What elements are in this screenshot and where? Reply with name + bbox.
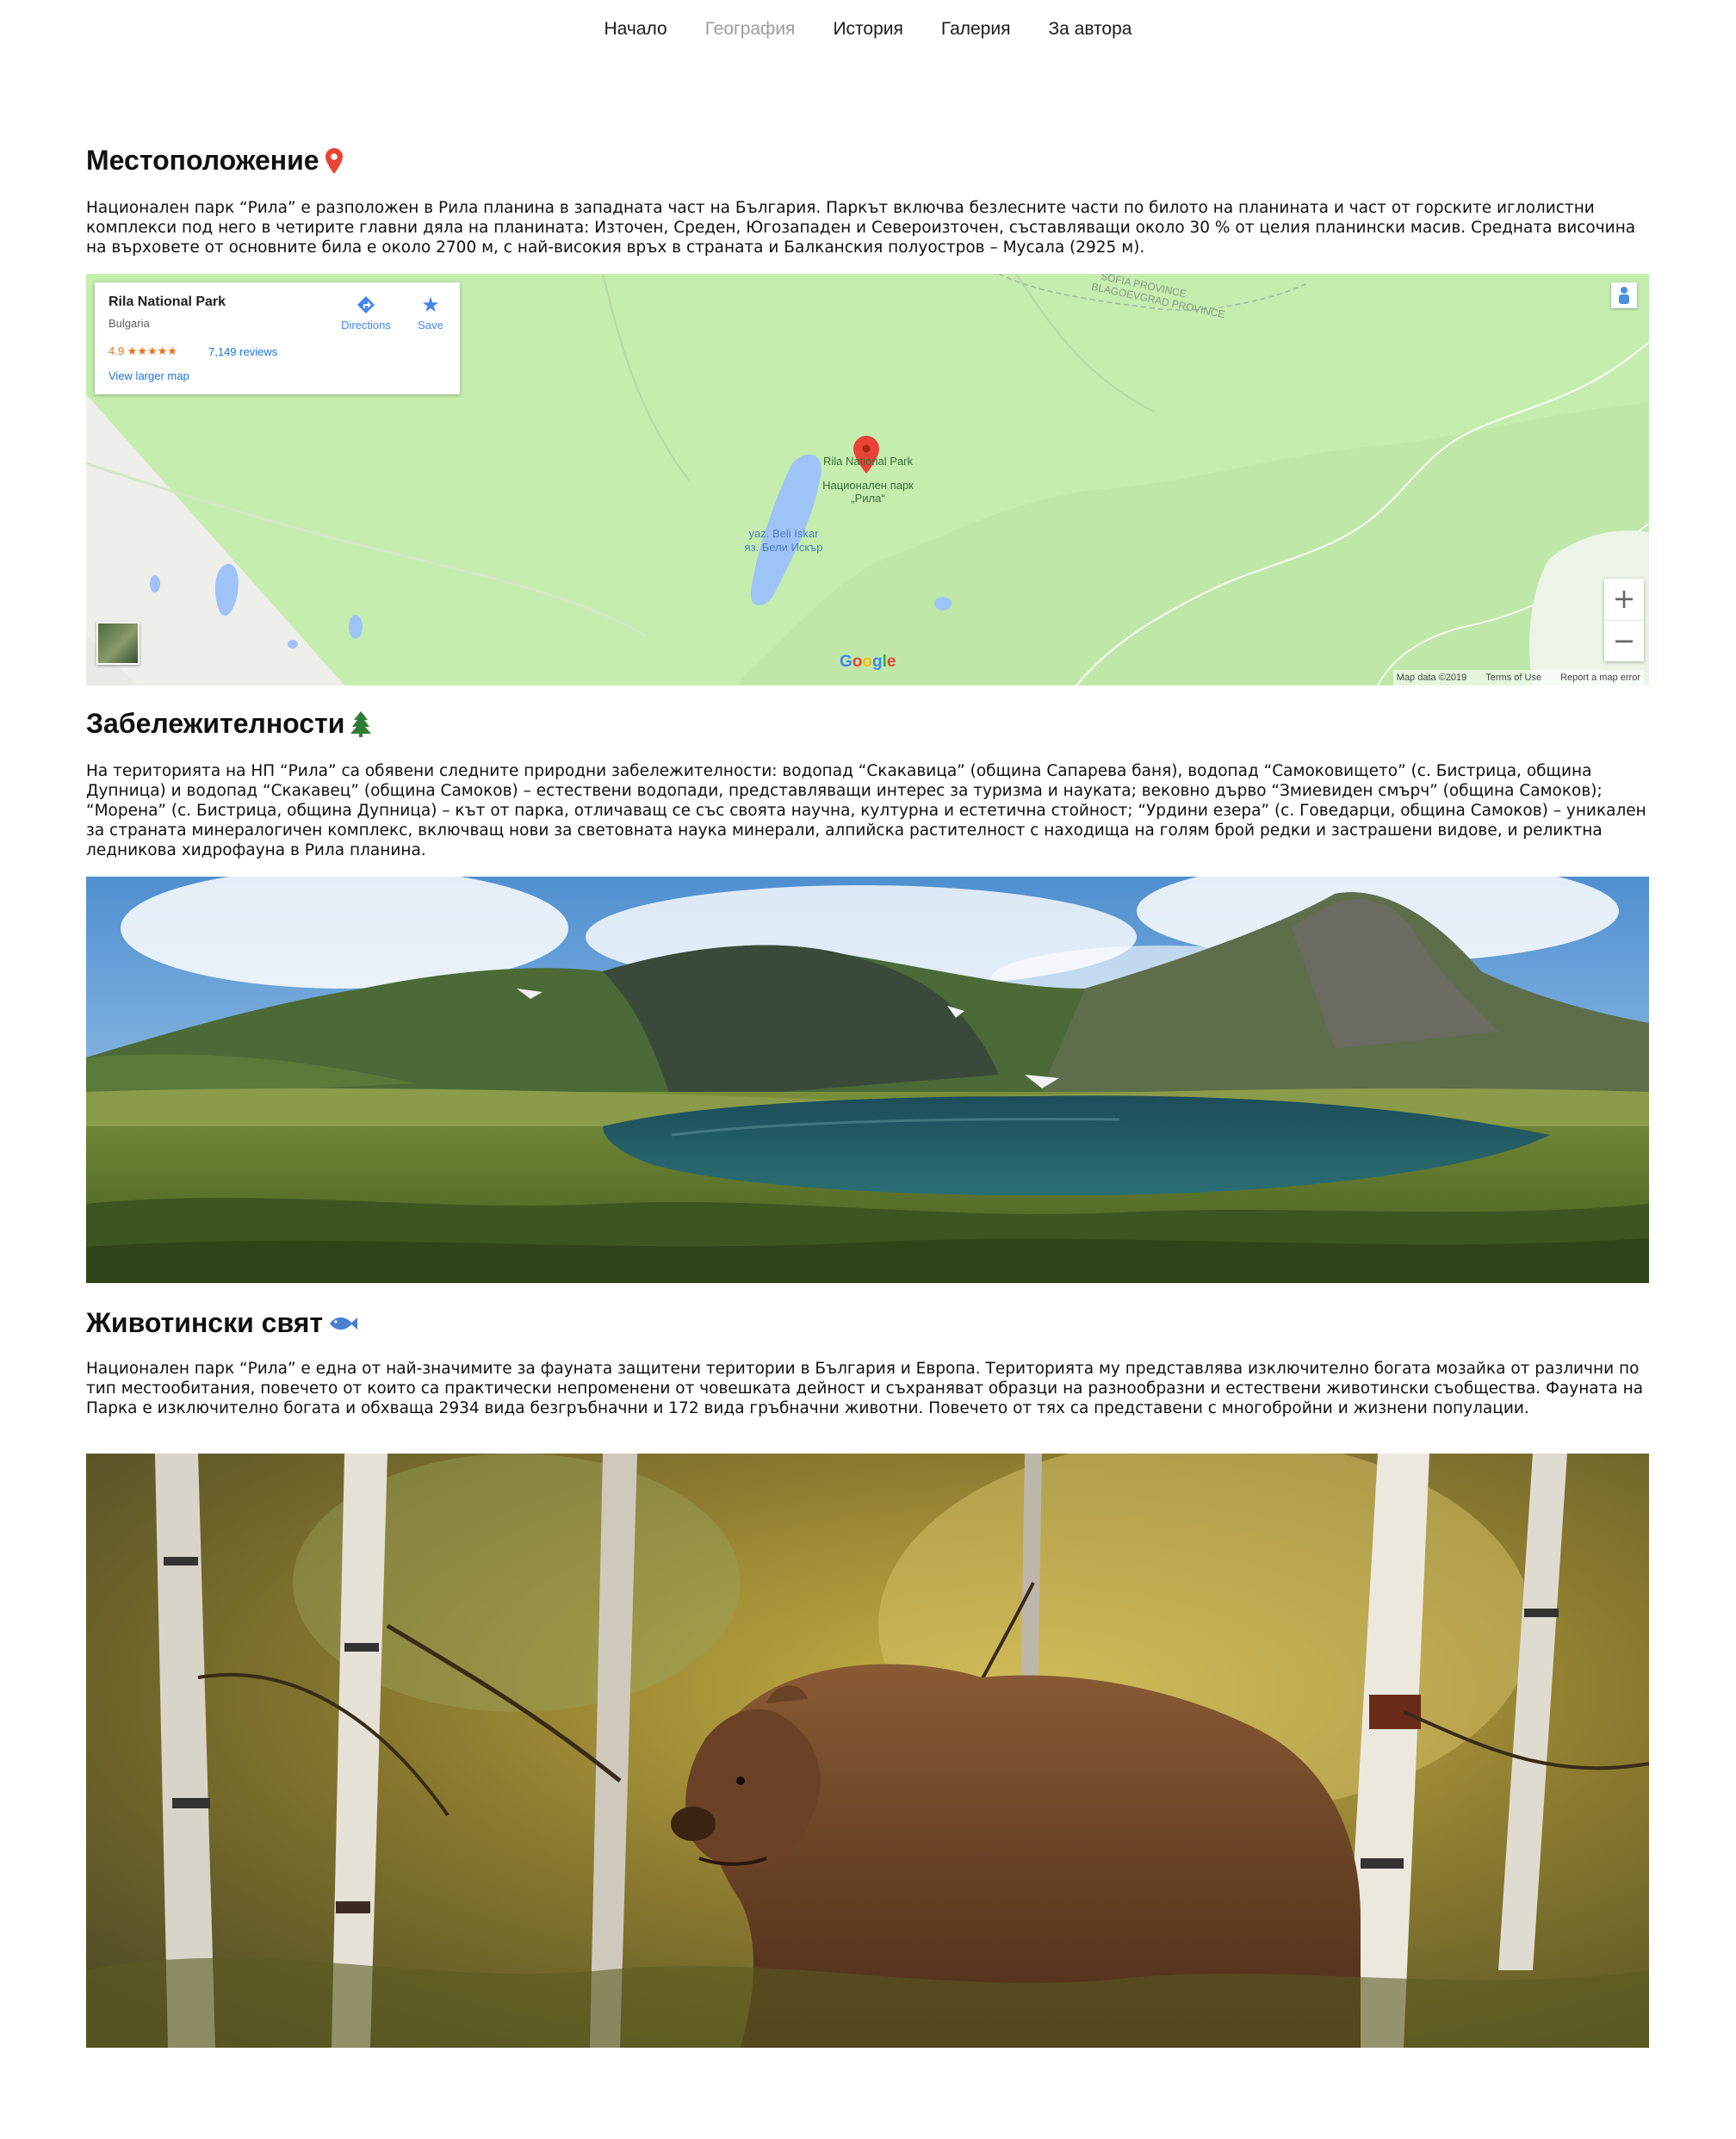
zoom-controls: + − (1604, 579, 1644, 661)
place-rating: 4.9 ★★★★★ (108, 344, 177, 357)
zoom-out-button[interactable]: − (1604, 621, 1644, 662)
google-logo: Google (840, 653, 896, 671)
map-data-credit: Map data ©2019 (1396, 673, 1467, 683)
fauna-text: Национален парк “Рила” е една от най-зна… (86, 1360, 1644, 1417)
reviews-link[interactable]: 7,149 reviews (208, 345, 277, 358)
pin-label-en: Rila National Park (822, 455, 914, 468)
terms-of-use-link[interactable]: Terms of Use (1485, 673, 1541, 683)
location-heading: Местоположение (86, 145, 344, 177)
pin-label-bg: Национален парк „Рила“ (822, 479, 914, 505)
nav-link-history[interactable]: История (833, 16, 902, 46)
fauna-title: Животински свят (86, 1307, 324, 1338)
view-larger-map-link[interactable]: View larger map (108, 369, 189, 382)
satellite-toggle[interactable] (96, 622, 140, 665)
nav-link-geography[interactable]: География (705, 16, 796, 46)
lake-label-en: yaz. Beli Iskar (748, 527, 819, 540)
map-pin-icon (325, 147, 343, 174)
location-title: Местоположение (86, 145, 319, 176)
rila-lake-photo (86, 877, 1649, 1283)
directions-label: Directions (341, 319, 391, 332)
brown-bear-photo (86, 1454, 1649, 2048)
fauna-heading: Животински свят (86, 1307, 358, 1339)
landmarks-title: Забележителности (86, 708, 345, 739)
landmarks-heading: Забележителности (86, 708, 372, 740)
star-icon: ★ (421, 294, 440, 317)
place-country: Bulgaria (108, 317, 150, 330)
location-text: Национален парк “Рила” е разположен в Ри… (86, 199, 1636, 257)
place-name: Rila National Park (108, 294, 226, 309)
lake-label-bg: яз. Бели Искър (744, 541, 823, 554)
map-info-card: Rila National Park Bulgaria 4.9 ★★★★★ 7,… (95, 282, 460, 394)
map-attribution: Map data ©2019 Terms of Use Report a map… (1392, 670, 1644, 685)
directions-icon (336, 294, 396, 319)
nav-link-home[interactable]: Начало (604, 16, 667, 46)
directions-button[interactable]: Directions (336, 294, 396, 332)
tree-icon (350, 710, 372, 737)
embedded-map[interactable]: SOFIA PROVINCE BLAGOEVGRAD PROVINCE Rila… (86, 274, 1649, 685)
landmarks-text: На територията на НП “Рила” са обявени с… (86, 762, 1646, 859)
fish-icon (330, 1317, 358, 1330)
zoom-in-button[interactable]: + (1604, 579, 1644, 621)
top-navigation: Начало География История Галерия За авто… (0, 16, 1736, 46)
report-map-error-link[interactable]: Report a map error (1560, 673, 1640, 683)
save-button[interactable]: ★ Save (412, 294, 450, 332)
nav-link-about-author[interactable]: За автора (1048, 16, 1132, 46)
street-view-pegman-icon[interactable] (1611, 282, 1637, 308)
nav-link-gallery[interactable]: Галерия (941, 16, 1011, 46)
save-label: Save (418, 319, 443, 332)
